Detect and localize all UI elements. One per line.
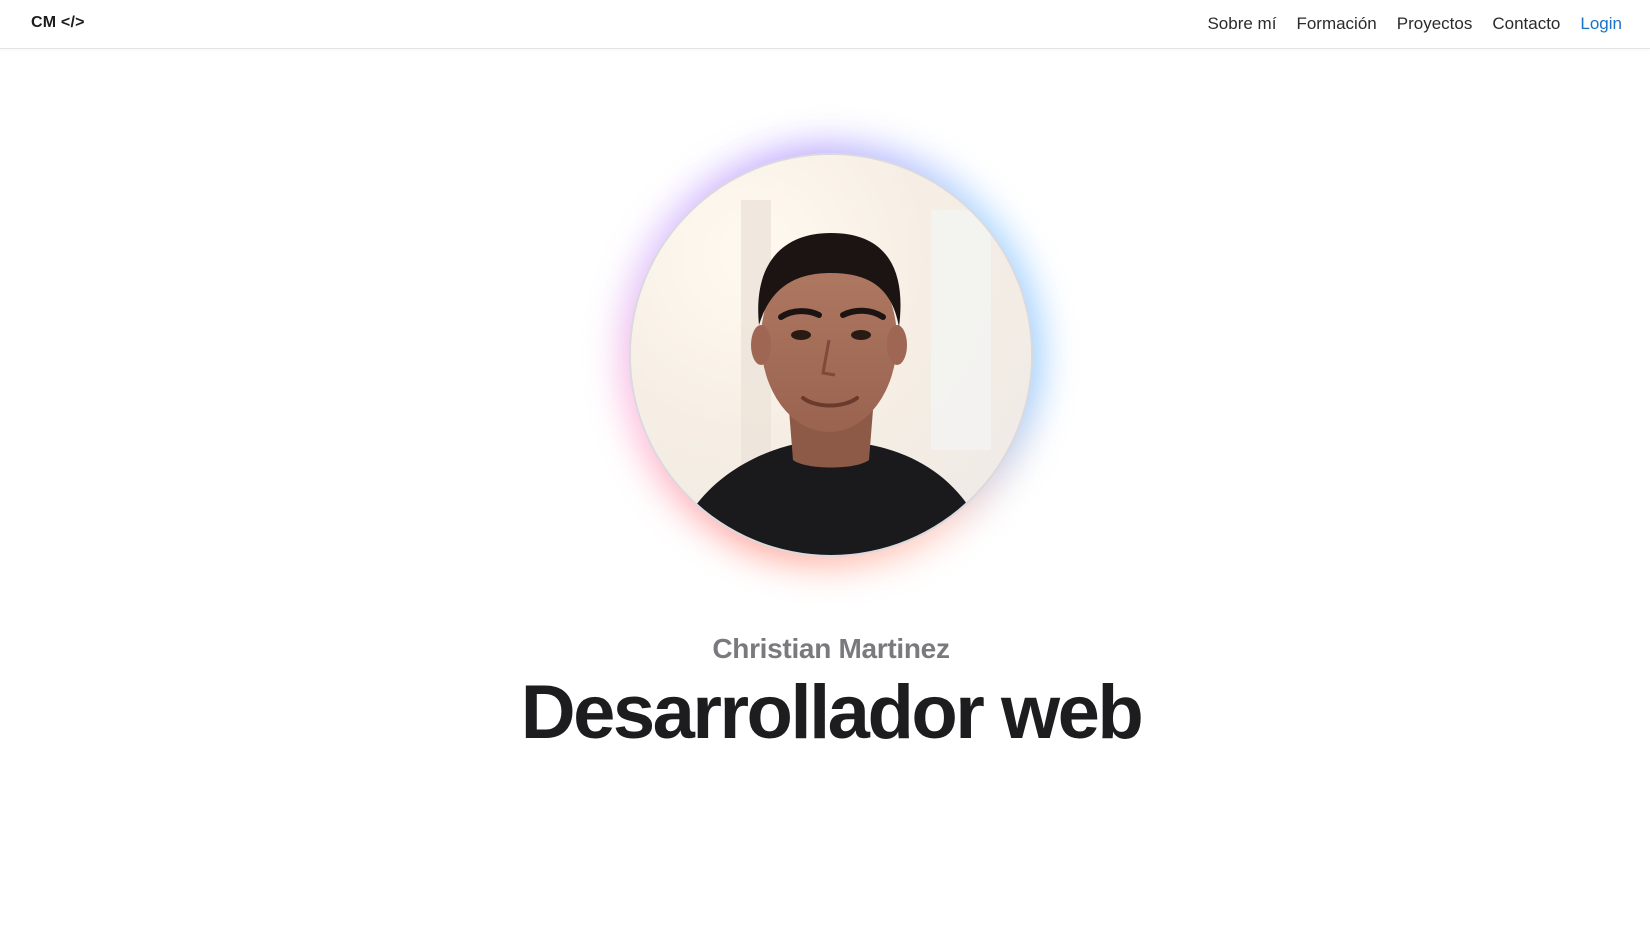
profile-name: Christian Martinez bbox=[712, 633, 950, 664]
nav-link-contacto[interactable]: Contacto bbox=[1492, 14, 1560, 34]
profile-photo-icon bbox=[631, 155, 1031, 555]
nav-link-formacion[interactable]: Formación bbox=[1296, 14, 1376, 34]
avatar bbox=[631, 155, 1031, 555]
nav-links: Sobre mí Formación Proyectos Contacto Lo… bbox=[1207, 14, 1622, 34]
hero-section: Christian Martinez Desarrollador web bbox=[0, 49, 1650, 944]
nav-link-proyectos[interactable]: Proyectos bbox=[1397, 14, 1473, 34]
top-navbar: CM </> Sobre mí Formación Proyectos Cont… bbox=[0, 0, 1650, 49]
nav-link-login[interactable]: Login bbox=[1580, 14, 1622, 34]
profile-title: Desarrollador web bbox=[520, 670, 1144, 755]
avatar-container bbox=[621, 145, 1041, 565]
nav-link-sobre-mi[interactable]: Sobre mí bbox=[1207, 14, 1276, 34]
brand-logo[interactable]: CM </> bbox=[31, 14, 85, 32]
